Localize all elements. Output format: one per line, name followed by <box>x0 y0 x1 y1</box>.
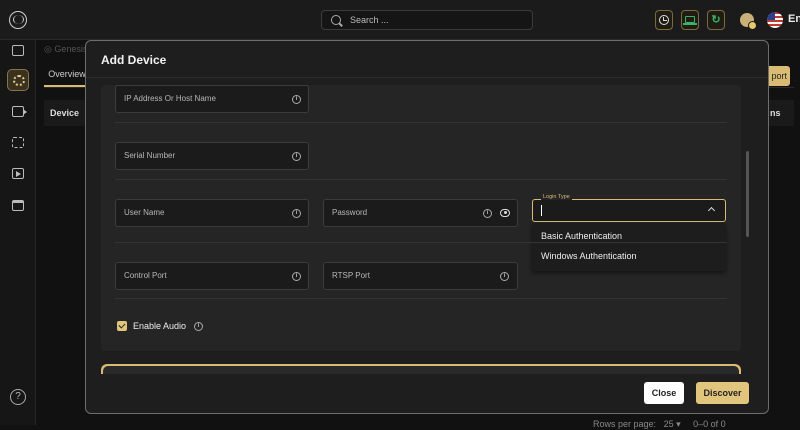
laptop-icon <box>683 16 697 25</box>
info-icon[interactable]: i <box>292 209 301 218</box>
info-icon[interactable]: i <box>483 209 492 218</box>
breadcrumb: ◎ Genesis <box>44 44 88 54</box>
rtsp-port-label: RTSP Port <box>332 271 370 280</box>
sidebar-item-cameras[interactable] <box>7 101 29 123</box>
dialog-divider <box>86 77 768 78</box>
form-panel: IP Address Or Host Name i Serial Number … <box>101 85 741 351</box>
row-divider <box>115 122 727 123</box>
search-box[interactable] <box>321 10 533 30</box>
refresh-icon: ↻ <box>711 14 721 26</box>
sidebar: ? <box>0 40 36 425</box>
column-header-actions: ns <box>770 108 781 118</box>
clock-icon <box>659 15 669 25</box>
username-label: User Name <box>124 208 165 217</box>
row-divider <box>115 179 727 180</box>
rows-per-page-label: Rows per page: <box>593 419 657 429</box>
user-avatar[interactable] <box>740 13 757 30</box>
option-basic-authentication[interactable]: Basic Authentication <box>541 231 622 241</box>
info-icon[interactable]: i <box>194 322 203 331</box>
username-field[interactable]: User Name i <box>115 199 309 227</box>
app-logo[interactable] <box>9 11 27 29</box>
password-label: Password <box>332 208 368 217</box>
info-icon[interactable]: i <box>500 272 509 281</box>
column-header-device: Device <box>50 108 80 118</box>
control-port-label: Control Port <box>124 271 167 280</box>
devices-button[interactable] <box>681 10 699 30</box>
search-icon <box>331 15 341 25</box>
add-device-dialog: Add Device IP Address Or Host Name i Ser… <box>85 40 769 414</box>
help-icon[interactable]: ? <box>10 389 26 405</box>
settings-icon <box>13 75 25 86</box>
chevron-up-icon[interactable] <box>707 206 716 215</box>
ip-address-field[interactable]: IP Address Or Host Name i <box>115 85 309 113</box>
enable-audio-label: Enable Audio <box>133 321 187 331</box>
login-type-dropdown: Basic Authentication Windows Authenticat… <box>532 223 726 271</box>
pagination-range: 0–0 of 0 <box>693 419 726 429</box>
serial-number-label: Serial Number <box>124 151 176 160</box>
sidebar-item-settings[interactable] <box>7 69 29 91</box>
eye-icon[interactable] <box>500 209 510 217</box>
row-divider <box>115 242 727 243</box>
sidebar-item-store[interactable] <box>7 195 29 217</box>
us-flag-icon[interactable] <box>767 12 783 28</box>
refresh-button[interactable]: ↻ <box>707 10 725 30</box>
discover-button[interactable]: Discover <box>696 382 749 404</box>
login-type-label: Login Type <box>541 194 572 200</box>
sidebar-item-playback[interactable] <box>7 163 29 185</box>
top-bar: ↻ En <box>0 0 800 40</box>
history-button[interactable] <box>655 10 673 30</box>
close-button[interactable]: Close <box>644 382 684 404</box>
dialog-title: Add Device <box>101 53 167 67</box>
login-type-select[interactable]: Login Type <box>532 194 726 222</box>
map-icon <box>12 137 24 148</box>
tab-overview[interactable]: Overview <box>44 63 90 87</box>
info-icon[interactable]: i <box>292 272 301 281</box>
rtsp-port-field[interactable]: RTSP Port i <box>323 262 518 290</box>
monitor-icon <box>12 45 24 56</box>
text-cursor <box>541 205 542 216</box>
enable-audio-checkbox[interactable] <box>117 321 127 331</box>
info-icon[interactable]: i <box>292 95 301 104</box>
password-field[interactable]: Password i <box>323 199 518 227</box>
option-windows-authentication[interactable]: Windows Authentication <box>541 251 637 261</box>
sidebar-item-monitor[interactable] <box>7 40 29 62</box>
search-input[interactable] <box>350 13 520 27</box>
scrollbar[interactable] <box>746 151 749 237</box>
playback-icon <box>12 168 24 179</box>
row-divider <box>115 298 727 299</box>
accordion-section[interactable] <box>101 364 741 374</box>
serial-number-field[interactable]: Serial Number i <box>115 142 309 170</box>
bag-icon <box>12 200 24 211</box>
rows-per-page-select[interactable]: 25 <box>664 419 674 429</box>
info-icon[interactable]: i <box>292 152 301 161</box>
language-label[interactable]: En <box>788 13 800 25</box>
ip-address-label: IP Address Or Host Name <box>124 94 216 103</box>
sidebar-item-map[interactable] <box>7 132 29 154</box>
camera-icon <box>12 106 27 117</box>
control-port-field[interactable]: Control Port i <box>115 262 309 290</box>
